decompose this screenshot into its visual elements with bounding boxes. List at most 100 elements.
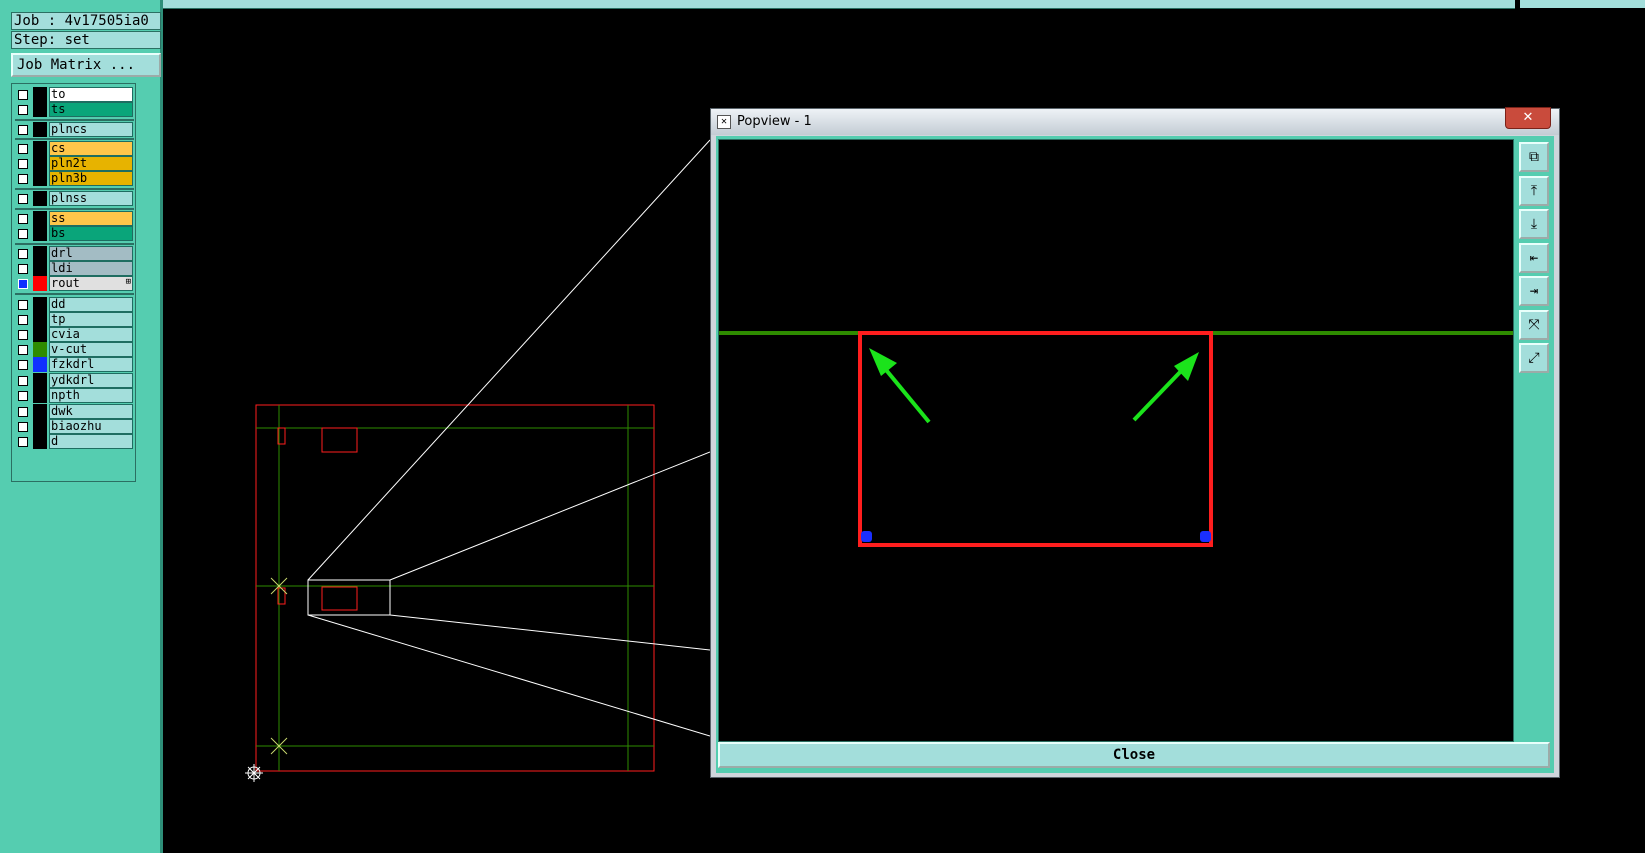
layer-color-swatch[interactable] bbox=[33, 156, 47, 171]
layer-color-swatch[interactable] bbox=[33, 342, 47, 357]
main-canvas[interactable] bbox=[163, 0, 710, 853]
layer-color-swatch[interactable] bbox=[33, 261, 47, 276]
layer-row-ts[interactable]: ts bbox=[15, 102, 134, 117]
job-matrix-button[interactable]: Job Matrix ... bbox=[11, 53, 161, 77]
layer-checkbox[interactable] bbox=[18, 422, 28, 432]
layer-color-swatch[interactable] bbox=[33, 419, 47, 434]
layer-name[interactable]: tp bbox=[49, 312, 133, 327]
layer-name[interactable]: dwk bbox=[49, 404, 133, 419]
layer-name[interactable]: bs bbox=[49, 226, 133, 241]
layer-row-plnss[interactable]: plnss bbox=[15, 191, 134, 206]
layer-checkbox[interactable] bbox=[18, 194, 28, 204]
zoom-out-icon[interactable]: ⤢ bbox=[1519, 343, 1549, 373]
layer-row-cvia[interactable]: cvia bbox=[15, 327, 134, 342]
layer-color-swatch[interactable] bbox=[33, 102, 47, 117]
close-button[interactable]: Close bbox=[718, 742, 1550, 768]
zoom-in-icon[interactable]: ⤧ bbox=[1519, 309, 1549, 340]
pan-down-icon[interactable]: ⤓ bbox=[1519, 209, 1549, 239]
layer-checkbox[interactable] bbox=[18, 144, 28, 154]
layer-color-swatch[interactable] bbox=[33, 434, 47, 449]
layer-name[interactable]: pln2t bbox=[49, 156, 133, 171]
layer-color-swatch[interactable] bbox=[33, 171, 47, 186]
layer-checkbox[interactable] bbox=[18, 376, 28, 386]
layer-row-biaozhu[interactable]: biaozhu bbox=[15, 419, 134, 434]
layer-row-pln2t[interactable]: pln2t bbox=[15, 156, 134, 171]
layer-row-d[interactable]: d bbox=[15, 434, 134, 449]
layer-color-swatch[interactable] bbox=[33, 122, 47, 137]
window-close-button[interactable]: ✕ bbox=[1505, 107, 1551, 129]
layer-color-swatch[interactable] bbox=[33, 226, 47, 241]
layer-name[interactable]: v-cut bbox=[49, 342, 133, 357]
pan-up-icon[interactable]: ⤒ bbox=[1519, 175, 1549, 206]
layer-color-swatch[interactable] bbox=[33, 404, 47, 419]
pan-left-icon[interactable]: ⇤ bbox=[1519, 242, 1549, 273]
layer-checkbox[interactable] bbox=[18, 90, 28, 100]
layer-name[interactable]: ts bbox=[49, 102, 133, 117]
layer-checkbox[interactable] bbox=[18, 279, 28, 289]
layer-name[interactable]: plncs bbox=[49, 122, 133, 137]
layer-checkbox[interactable] bbox=[18, 214, 28, 224]
layer-checkbox[interactable] bbox=[18, 407, 28, 417]
layer-checkbox[interactable] bbox=[18, 391, 28, 401]
layer-row-dd[interactable]: dd bbox=[15, 297, 134, 312]
layer-checkbox[interactable] bbox=[18, 159, 28, 169]
layer-color-swatch[interactable] bbox=[33, 191, 47, 206]
layer-name[interactable]: cvia bbox=[49, 327, 133, 342]
layer-row-v-cut[interactable]: v-cut bbox=[15, 342, 134, 357]
layer-name[interactable]: to bbox=[49, 87, 133, 102]
layer-row-dwk[interactable]: dwk bbox=[15, 404, 134, 419]
layer-name[interactable]: drl bbox=[49, 246, 133, 261]
layer-name[interactable]: dd bbox=[49, 297, 133, 312]
layer-name[interactable]: plnss bbox=[49, 191, 133, 206]
layer-row-tp[interactable]: tp bbox=[15, 312, 134, 327]
layer-color-swatch[interactable] bbox=[33, 246, 47, 261]
popview-canvas[interactable] bbox=[718, 139, 1514, 742]
layer-row-cs[interactable]: cs bbox=[15, 141, 134, 156]
layer-checkbox[interactable] bbox=[18, 229, 28, 239]
layer-color-swatch[interactable] bbox=[33, 276, 47, 291]
layer-row-plncs[interactable]: plncs bbox=[15, 122, 134, 137]
layer-checkbox[interactable] bbox=[18, 315, 28, 325]
layer-row-ydkdrl[interactable]: ydkdrl bbox=[15, 373, 134, 388]
layer-checkbox[interactable] bbox=[18, 437, 28, 447]
layer-checkbox[interactable] bbox=[18, 249, 28, 259]
layer-name[interactable]: d bbox=[49, 434, 133, 449]
layer-color-swatch[interactable] bbox=[33, 357, 47, 372]
layer-checkbox[interactable] bbox=[18, 345, 28, 355]
layer-checkbox[interactable] bbox=[18, 330, 28, 340]
layer-row-drl[interactable]: drl bbox=[15, 246, 134, 261]
layer-color-swatch[interactable] bbox=[33, 373, 47, 388]
layer-name[interactable]: ydkdrl bbox=[49, 373, 133, 388]
layer-color-swatch[interactable] bbox=[33, 327, 47, 342]
layer-color-swatch[interactable] bbox=[33, 87, 47, 102]
layer-row-npth[interactable]: npth bbox=[15, 388, 134, 403]
layer-color-swatch[interactable] bbox=[33, 388, 47, 403]
popview-titlebar[interactable]: ✕ Popview - 1 ✕ bbox=[711, 107, 1559, 135]
layer-name[interactable]: pln3b bbox=[49, 171, 133, 186]
layer-color-swatch[interactable] bbox=[33, 211, 47, 226]
layer-checkbox[interactable] bbox=[18, 174, 28, 184]
layer-color-swatch[interactable] bbox=[33, 312, 47, 327]
layer-name[interactable]: rout bbox=[49, 276, 133, 291]
layer-name[interactable]: npth bbox=[49, 388, 133, 403]
layer-row-ss[interactable]: ss bbox=[15, 211, 134, 226]
layer-row-pln3b[interactable]: pln3b bbox=[15, 171, 134, 186]
layer-row-fzkdrl[interactable]: fzkdrl bbox=[15, 357, 134, 372]
layer-name[interactable]: biaozhu bbox=[49, 419, 133, 434]
layer-row-bs[interactable]: bs bbox=[15, 226, 134, 241]
layer-color-swatch[interactable] bbox=[33, 141, 47, 156]
layer-row-to[interactable]: to bbox=[15, 87, 134, 102]
layer-row-ldi[interactable]: ldi bbox=[15, 261, 134, 276]
layer-name[interactable]: ss bbox=[49, 211, 133, 226]
layer-checkbox[interactable] bbox=[18, 264, 28, 274]
layer-checkbox[interactable] bbox=[18, 105, 28, 115]
layer-checkbox[interactable] bbox=[18, 360, 28, 370]
layer-checkbox[interactable] bbox=[18, 125, 28, 135]
layer-row-rout[interactable]: rout ⊞ bbox=[15, 276, 134, 291]
layer-color-swatch[interactable] bbox=[33, 297, 47, 312]
pan-right-icon[interactable]: ⇥ bbox=[1519, 276, 1549, 306]
layer-name[interactable]: ldi bbox=[49, 261, 133, 276]
layer-name[interactable]: fzkdrl bbox=[49, 357, 133, 372]
zoom-fit-icon[interactable]: ⧉ bbox=[1519, 142, 1549, 172]
layer-checkbox[interactable] bbox=[18, 300, 28, 310]
